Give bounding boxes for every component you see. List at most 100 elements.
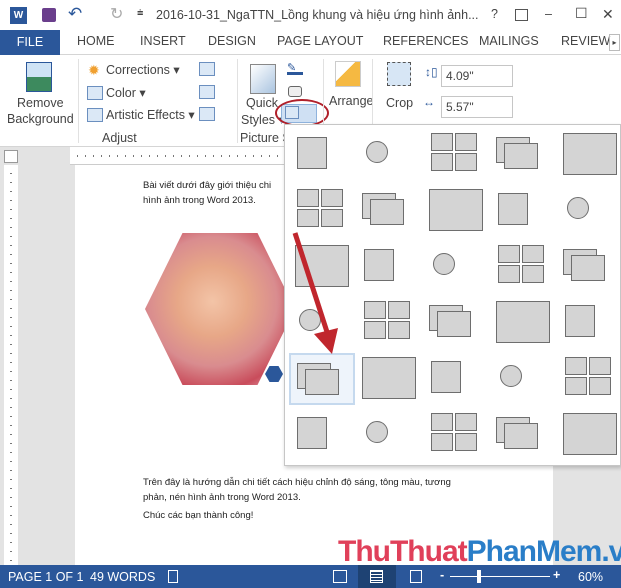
picture-layout-option[interactable] (289, 353, 355, 405)
picture-layout-option[interactable] (423, 185, 489, 237)
color-button[interactable]: Color ▾ (106, 85, 146, 100)
compress-pictures-icon[interactable] (199, 62, 215, 76)
picture-border-icon[interactable]: ✎ (287, 61, 303, 75)
artistic-effects-button[interactable]: Artistic Effects ▾ (106, 107, 195, 122)
quick-styles-icon (250, 64, 276, 94)
tab-file[interactable]: FILE (0, 30, 60, 55)
zoom-slider-thumb[interactable] (477, 570, 481, 583)
picture-layout-option[interactable] (490, 353, 556, 405)
vertical-ruler[interactable] (4, 165, 18, 565)
tab-mailings[interactable]: MAILINGS (479, 34, 539, 48)
picture-layout-option[interactable] (490, 241, 556, 293)
height-input[interactable]: 4.09" (441, 65, 513, 87)
layout-shape (571, 255, 605, 281)
crop-button[interactable]: Crop (386, 96, 413, 110)
crop-icon (387, 62, 411, 86)
layout-shape (496, 301, 550, 343)
tab-review[interactable]: REVIEW (561, 34, 610, 48)
layout-shape (565, 377, 587, 395)
color-icon (87, 86, 103, 100)
zoom-slider[interactable] (450, 576, 550, 577)
layout-shape (364, 249, 394, 281)
help-button[interactable]: ? (491, 7, 498, 21)
quick-styles-button[interactable]: Quick (246, 96, 278, 110)
close-button[interactable]: ✕ (602, 6, 614, 23)
maximize-button[interactable]: ☐ (575, 5, 588, 22)
picture-layout-option[interactable] (557, 241, 621, 293)
corrections-button[interactable]: Corrections ▾ (106, 62, 180, 77)
picture-layout-option[interactable] (356, 297, 422, 349)
tab-references[interactable]: REFERENCES (383, 34, 468, 48)
layout-shape (455, 133, 477, 151)
layout-shape (589, 377, 611, 395)
zoom-out-button[interactable]: - (440, 568, 444, 582)
page-count[interactable]: PAGE 1 OF 1 (8, 570, 84, 584)
change-picture-icon[interactable] (199, 85, 215, 99)
picture-layout-option[interactable] (356, 129, 422, 181)
red-arrow (292, 232, 338, 354)
zoom-level[interactable]: 60% (578, 570, 603, 584)
arrange-button[interactable]: Arrange (329, 94, 373, 108)
layout-shape (563, 413, 617, 455)
customize-qat-icon[interactable]: ⩧ (137, 7, 143, 20)
picture-layout-option[interactable] (423, 129, 489, 181)
word-count[interactable]: 49 WORDS (90, 570, 155, 584)
picture-layout-option[interactable] (423, 409, 489, 461)
tab-selector[interactable] (4, 150, 18, 163)
window-title: 2016-10-31_NgaTTN_Lồng khung và hiệu ứng… (156, 8, 479, 22)
reset-picture-icon[interactable] (199, 107, 215, 121)
picture-layout-option[interactable] (557, 409, 621, 461)
picture-layout-option[interactable] (557, 297, 621, 349)
picture-layout-option[interactable] (423, 297, 489, 349)
status-bar: PAGE 1 OF 1 49 WORDS - + 60% (0, 565, 621, 588)
picture-layout-option[interactable] (423, 241, 489, 293)
layout-shape (504, 423, 538, 449)
undo-icon[interactable]: ↶ (68, 4, 82, 24)
width-input[interactable]: 5.57" (441, 96, 513, 118)
picture-layout-option[interactable] (490, 409, 556, 461)
remove-background-icon (26, 62, 52, 92)
ribbon-display-icon[interactable] (515, 9, 528, 21)
picture-layout-option[interactable] (356, 409, 422, 461)
layout-shape (522, 265, 544, 283)
picture-layout-option[interactable] (557, 129, 621, 181)
picture-layout-option[interactable] (490, 185, 556, 237)
proofing-icon[interactable] (168, 570, 178, 583)
picture-layout-option[interactable] (557, 353, 621, 405)
picture-layout-option[interactable] (423, 353, 489, 405)
doc-paragraph-line: hình ảnh trong Word 2013. (143, 195, 256, 206)
picture-effects-icon[interactable] (288, 86, 302, 97)
tab-insert[interactable]: INSERT (140, 34, 186, 48)
minimize-button[interactable]: – (545, 7, 552, 21)
adjust-group-label: Adjust (102, 131, 137, 145)
tab-home[interactable]: HOME (77, 34, 115, 48)
redo-icon[interactable]: ↻ (110, 4, 123, 24)
zoom-in-button[interactable]: + (553, 568, 560, 582)
picture-layout-option[interactable] (490, 297, 556, 349)
save-icon[interactable] (42, 8, 56, 22)
tab-scroll-right[interactable]: ▸ (609, 34, 620, 51)
picture-layout-option[interactable] (356, 185, 422, 237)
layout-shape (565, 305, 595, 337)
ribbon-tabs: FILE HOME INSERT DESIGN PAGE LAYOUT REFE… (0, 30, 621, 55)
tab-page-layout[interactable]: PAGE LAYOUT (277, 34, 363, 48)
picture-layout-option[interactable] (490, 129, 556, 181)
picture-layout-option[interactable] (289, 129, 355, 181)
layout-shape (500, 365, 522, 387)
picture-layout-option[interactable] (356, 353, 422, 405)
artistic-effects-icon (87, 108, 103, 122)
print-layout-glyph (370, 570, 383, 583)
layout-shape (321, 209, 343, 227)
highlight-circle (275, 99, 329, 127)
web-layout-icon[interactable] (410, 570, 422, 583)
tab-design[interactable]: DESIGN (208, 34, 256, 48)
layout-shape (433, 253, 455, 275)
layout-shape (431, 413, 453, 431)
read-mode-icon[interactable] (333, 570, 347, 583)
layout-shape (504, 143, 538, 169)
layout-shape (366, 141, 388, 163)
picture-layout-option[interactable] (557, 185, 621, 237)
picture-layout-option[interactable] (356, 241, 422, 293)
layout-shape (429, 189, 483, 231)
picture-layout-option[interactable] (289, 409, 355, 461)
